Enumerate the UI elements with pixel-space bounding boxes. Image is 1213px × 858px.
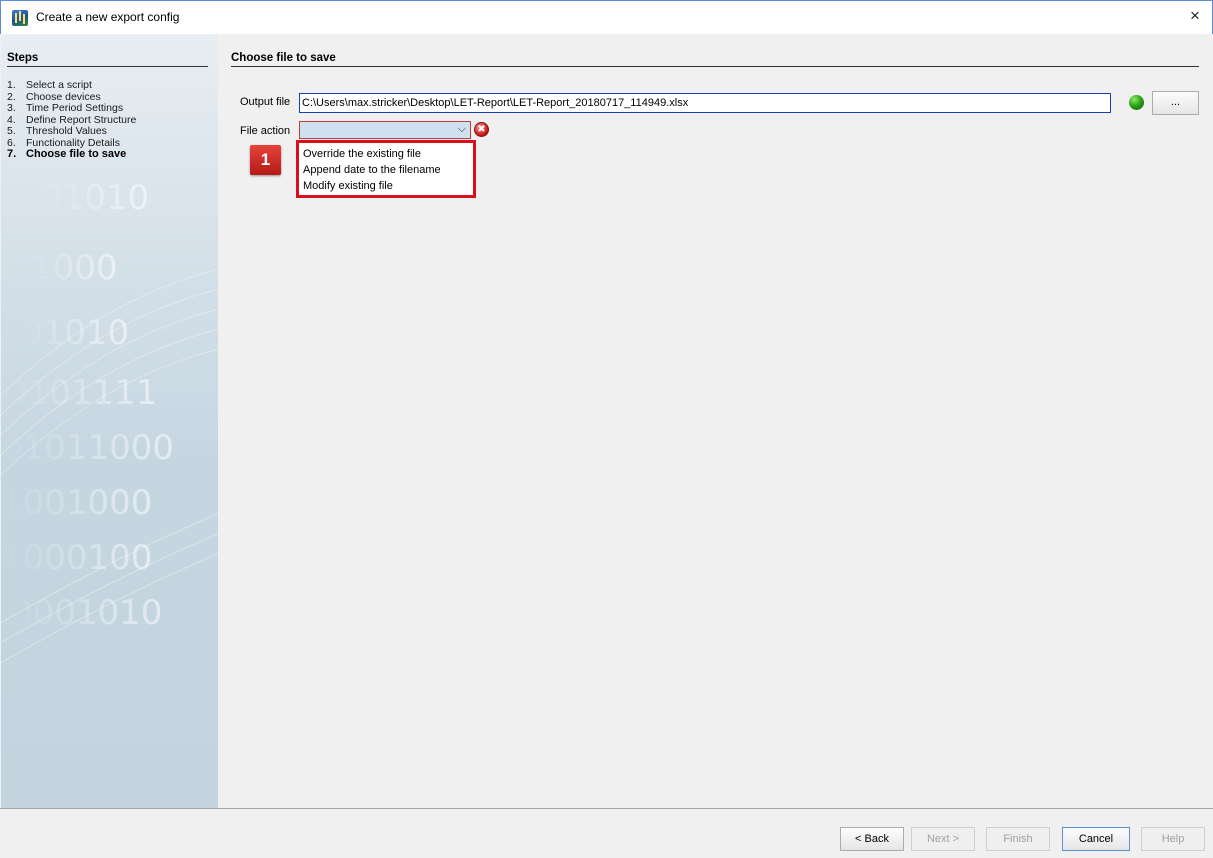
- steps-sidebar: 01010 1000 01010 0101111 01011000 100100…: [1, 34, 218, 808]
- svg-text:1000100: 1000100: [1, 538, 152, 578]
- window-titlebar: Create a new export config ×: [0, 0, 1213, 34]
- callout-badge: 1: [250, 145, 281, 175]
- finish-button[interactable]: Finish: [986, 827, 1050, 851]
- option-override-existing[interactable]: Override the existing file: [302, 146, 473, 162]
- wizard-footer: < Back Next > Finish Cancel Help: [0, 808, 1213, 858]
- svg-text:0101111: 0101111: [6, 373, 157, 413]
- svg-text:0001010: 0001010: [11, 593, 162, 633]
- svg-text:1000: 1000: [31, 248, 118, 288]
- steps-heading: Steps: [7, 52, 208, 67]
- cancel-button[interactable]: Cancel: [1062, 827, 1130, 851]
- svg-text:1001000: 1001000: [1, 483, 152, 523]
- svg-text:01011000: 01011000: [1, 428, 174, 468]
- back-button[interactable]: < Back: [840, 827, 904, 851]
- file-action-dropdown-list: Override the existing file Append date t…: [296, 140, 476, 198]
- svg-text:01010: 01010: [41, 178, 149, 218]
- file-action-label: File action: [240, 125, 291, 137]
- steps-list: 1. Select a script 2. Choose devices 3. Tim…: [7, 79, 212, 161]
- svg-text:01010: 01010: [21, 313, 129, 353]
- step-item: 5. Threshold Values: [7, 125, 107, 137]
- step-item-active: 7. Choose file to save: [7, 148, 127, 160]
- help-button[interactable]: Help: [1141, 827, 1205, 851]
- option-append-date[interactable]: Append date to the filename: [302, 162, 473, 178]
- main-panel: Choose file to save Output file ... File…: [218, 34, 1212, 808]
- file-action-select[interactable]: ⌵: [299, 121, 471, 139]
- window-title: Create a new export config: [36, 10, 180, 24]
- step-item: 3. Time Period Settings: [7, 102, 124, 114]
- next-button[interactable]: Next >: [911, 827, 975, 851]
- chevron-down-icon: ⌵: [457, 123, 466, 135]
- close-icon[interactable]: ×: [1184, 6, 1206, 28]
- step-item: 1. Select a script: [7, 79, 92, 91]
- section-heading: Choose file to save: [231, 52, 1199, 67]
- status-ok-icon: [1129, 95, 1144, 110]
- option-modify-existing[interactable]: Modify existing file: [302, 178, 473, 194]
- error-icon: ✖: [474, 122, 489, 137]
- output-file-input[interactable]: [299, 93, 1111, 113]
- browse-button[interactable]: ...: [1152, 91, 1199, 115]
- app-icon: [12, 10, 28, 26]
- output-file-label: Output file: [240, 96, 291, 108]
